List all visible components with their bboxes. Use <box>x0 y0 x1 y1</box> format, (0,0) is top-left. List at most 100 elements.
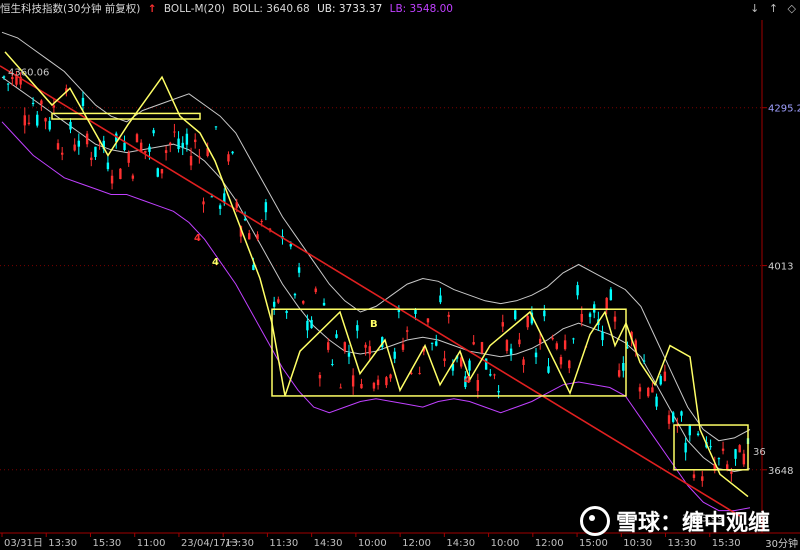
time-tick-label: 10:00 <box>358 538 387 549</box>
time-tick-label: 12:00 <box>402 538 431 549</box>
candle-body <box>327 342 330 350</box>
candle-body <box>401 344 405 350</box>
candle-body <box>235 202 238 208</box>
candle-body <box>696 433 700 436</box>
candle-body <box>663 371 667 381</box>
candle-body <box>152 130 155 134</box>
window-controls: ↓ ↑ ◇ <box>744 2 796 15</box>
candle-body <box>501 322 504 327</box>
candle-body <box>605 297 608 309</box>
time-tick-label: 10:30 <box>623 538 652 549</box>
candle-body <box>572 338 575 340</box>
candle-body <box>90 157 93 161</box>
candle-body <box>410 372 413 374</box>
candle-body <box>526 316 529 328</box>
time-tick-label: 14:30 <box>314 538 343 549</box>
candle-body <box>543 310 546 317</box>
candle-body <box>40 100 43 105</box>
up-arrow-icon[interactable]: ↑ <box>769 2 778 15</box>
candle-body <box>173 131 176 133</box>
candle-body <box>85 133 89 145</box>
candle-body <box>156 168 159 177</box>
candle-body <box>356 325 359 331</box>
upper-band-value: UB: 3733.37 <box>317 3 383 15</box>
candle-body <box>738 445 741 453</box>
candle-body <box>651 387 654 393</box>
chart-header: 恒生科技指数(30分钟 前复权) ↑ BOLL-M(20) BOLL: 3640… <box>0 0 800 18</box>
candle-body <box>701 476 704 481</box>
candle-body <box>414 309 417 314</box>
price-tick-label: 4295.2 <box>768 104 800 115</box>
time-tick-label: 11:00 <box>137 538 166 549</box>
candle-body <box>144 150 147 153</box>
candle-body <box>198 156 201 158</box>
candle-body <box>688 425 692 436</box>
candle-body <box>256 234 259 240</box>
candle-body <box>310 319 313 329</box>
candle-body <box>514 310 517 320</box>
diamond-icon[interactable]: ◇ <box>788 2 796 15</box>
consolidation-box <box>51 112 201 120</box>
candle-body <box>202 201 205 205</box>
candle-body <box>314 288 317 293</box>
time-tick-label: 15:30 <box>712 538 741 549</box>
down-arrow-icon[interactable]: ↓ <box>750 2 759 15</box>
candle-body <box>119 168 122 180</box>
candle-body <box>331 363 334 365</box>
candle-body <box>393 351 396 359</box>
candle-body <box>27 122 31 124</box>
candle-body <box>547 366 550 373</box>
candle-body <box>77 140 81 147</box>
candle-body <box>372 382 376 389</box>
candle-body <box>169 142 172 145</box>
candle-body <box>31 102 35 105</box>
watermark: 雪球：缠中观缠 <box>580 505 770 537</box>
candle-body <box>248 233 251 240</box>
candle-body <box>81 97 85 106</box>
candle-body <box>551 337 554 340</box>
candle-body <box>302 300 305 304</box>
candle-body <box>476 380 480 391</box>
candle-body <box>534 352 538 358</box>
candle-body <box>335 334 338 338</box>
candle-body <box>742 453 746 465</box>
candle-body <box>264 202 268 213</box>
candle-body <box>351 375 355 387</box>
chart-annotation: 4 <box>464 375 471 386</box>
candle-body <box>214 126 218 128</box>
candle-body <box>123 142 126 151</box>
candle-body <box>601 331 604 341</box>
watermark-text: 雪球：缠中观缠 <box>616 511 771 536</box>
price-tick-label: 4013 <box>768 262 793 273</box>
chart-annotation: B <box>370 319 378 330</box>
candle-body <box>405 330 409 332</box>
candle-body <box>667 415 671 424</box>
chart-annotation: 36 <box>753 447 766 458</box>
candle-body <box>52 105 56 108</box>
candle-body <box>44 118 47 122</box>
candle-body <box>210 196 214 198</box>
candle-body <box>439 295 442 303</box>
candle-body <box>189 155 193 166</box>
candle-body <box>497 390 500 393</box>
candle-body <box>717 458 721 460</box>
candle-body <box>73 144 76 151</box>
candle-body <box>339 387 342 389</box>
candle-body <box>593 304 596 313</box>
candle-body <box>368 346 371 355</box>
candle-body <box>563 340 567 350</box>
candle-body <box>389 374 392 379</box>
candle-body <box>418 373 421 375</box>
candle-body <box>318 375 322 379</box>
candle-body <box>289 244 292 247</box>
candle-body <box>468 360 471 371</box>
lower-band-value: LB: 3548.00 <box>389 3 453 15</box>
candle-body <box>272 301 276 307</box>
candle-body <box>148 146 151 152</box>
candle-body <box>277 299 280 303</box>
candle-body <box>322 302 326 306</box>
candle-body <box>480 342 484 354</box>
candle-body <box>435 341 438 346</box>
candle-body <box>177 138 180 150</box>
candle-body <box>647 387 650 397</box>
